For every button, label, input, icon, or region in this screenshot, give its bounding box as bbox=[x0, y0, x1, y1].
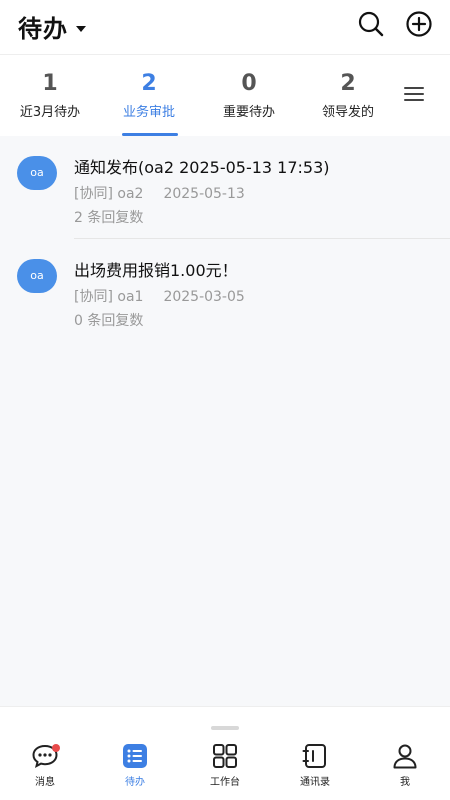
caret-down-icon bbox=[76, 25, 86, 32]
item-meta: [协同] oa1 2025-03-05 bbox=[74, 286, 245, 306]
list-item[interactable]: oa 出场费用报销1.00元！ [协同] oa1 2025-03-05 0 条回复… bbox=[0, 239, 450, 342]
nav-todo[interactable]: 待办 bbox=[100, 743, 170, 788]
top-bar: 待办 bbox=[0, 0, 450, 54]
item-date: 2025-03-05 bbox=[163, 289, 245, 305]
todo-list: oa 通知发布(oa2 2025-05-13 17:53) [协同] oa2 20… bbox=[0, 136, 450, 342]
drag-handle[interactable] bbox=[211, 726, 239, 730]
bottom-nav: 消息 待办 工作台 通讯录 我 bbox=[0, 706, 450, 800]
avatar: oa bbox=[17, 259, 57, 293]
nav-label: 待办 bbox=[125, 777, 145, 788]
menu-icon[interactable] bbox=[404, 87, 424, 103]
nav-me[interactable]: 我 bbox=[370, 743, 440, 788]
unread-badge bbox=[52, 744, 60, 752]
tab-count: 1 bbox=[42, 71, 58, 96]
avatar: oa bbox=[17, 156, 57, 190]
list-icon bbox=[123, 744, 147, 768]
item-tag: [协同] oa1 bbox=[74, 289, 144, 305]
tab-label: 重要待办 bbox=[222, 105, 275, 120]
page-title-text: 待办 bbox=[18, 15, 68, 43]
item-title: 出场费用报销1.00元！ bbox=[74, 261, 238, 280]
nav-messages[interactable]: 消息 bbox=[10, 743, 80, 788]
tab-count: 2 bbox=[340, 71, 356, 96]
address-book-icon bbox=[302, 744, 326, 768]
nav-contacts[interactable]: 通讯录 bbox=[280, 743, 350, 788]
item-tag: [协同] oa2 bbox=[74, 186, 144, 202]
add-circle-icon[interactable] bbox=[405, 10, 433, 38]
page-title[interactable]: 待办 bbox=[18, 9, 86, 44]
nav-label: 通讯录 bbox=[300, 777, 330, 788]
tab-recent-3-months[interactable]: 1 近3月待办 bbox=[5, 71, 95, 120]
nav-label: 工作台 bbox=[210, 777, 240, 788]
tab-label: 近3月待办 bbox=[19, 105, 81, 120]
item-replies: 2 条回复数 bbox=[74, 210, 144, 226]
filter-tabs: 1 近3月待办 2 业务审批 0 重要待办 2 领导发的 bbox=[0, 54, 450, 136]
nav-workbench[interactable]: 工作台 bbox=[190, 743, 260, 788]
user-icon bbox=[393, 744, 417, 769]
list-item[interactable]: oa 通知发布(oa2 2025-05-13 17:53) [协同] oa2 20… bbox=[0, 136, 450, 239]
tab-business-approval[interactable]: 2 业务审批 bbox=[104, 71, 194, 136]
tab-from-leader[interactable]: 2 领导发的 bbox=[303, 71, 393, 120]
item-title: 通知发布(oa2 2025-05-13 17:53) bbox=[74, 158, 330, 177]
item-meta: [协同] oa2 2025-05-13 bbox=[74, 183, 245, 203]
nav-label: 我 bbox=[400, 777, 410, 788]
item-date: 2025-05-13 bbox=[163, 186, 245, 202]
tab-important[interactable]: 0 重要待办 bbox=[204, 71, 294, 120]
item-replies: 0 条回复数 bbox=[74, 313, 144, 329]
tab-count: 0 bbox=[241, 71, 257, 96]
tab-count: 2 bbox=[141, 71, 157, 96]
tab-label: 领导发的 bbox=[321, 105, 374, 120]
tab-label: 业务审批 bbox=[122, 105, 175, 120]
nav-label: 消息 bbox=[35, 777, 55, 788]
search-icon[interactable] bbox=[357, 10, 385, 38]
grid-icon bbox=[213, 744, 237, 768]
